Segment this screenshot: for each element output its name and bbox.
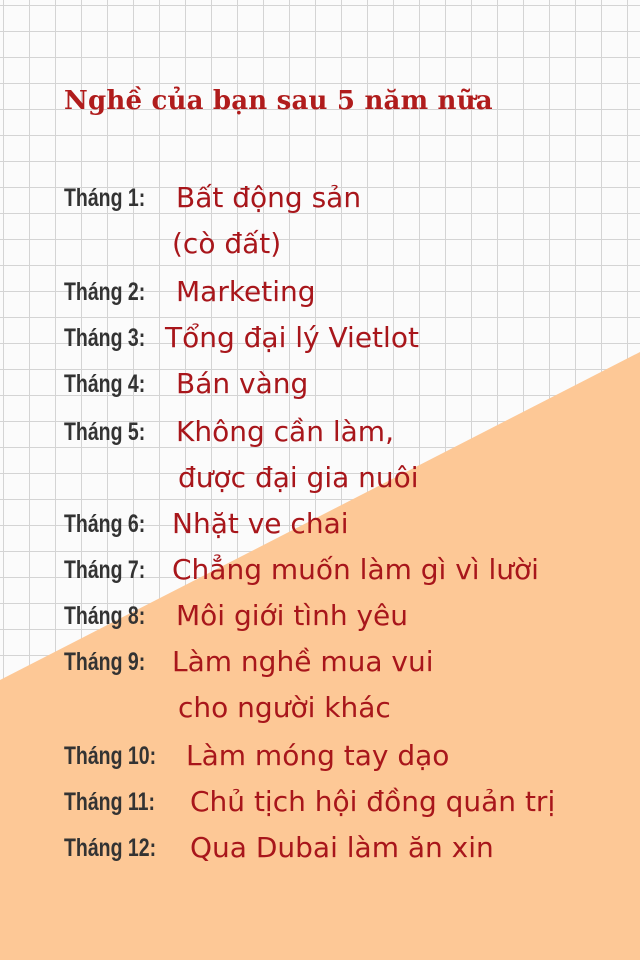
month-label: Tháng 5: [64,418,146,446]
list-item-month-5: Tháng 5: Không cần làm, được đại gia nuô… [64,412,419,494]
list-item-month-12: Tháng 12: Qua Dubai làm ăn xin [64,828,494,868]
list-item-month-6: Tháng 6: Nhặt ve chai [64,504,349,544]
job-text: Làm móng tay dạo [186,739,450,772]
job-text: Qua Dubai làm ăn xin [190,831,494,864]
job-text-continued: (cò đất) [172,227,282,260]
month-label: Tháng 7: [64,556,146,584]
job-list: Tháng 1: Bất động sản (cò đất) Tháng 2: … [0,0,640,960]
month-label: Tháng 1: [64,184,146,212]
list-item-month-2: Tháng 2: Marketing [64,272,316,312]
list-item-month-11: Tháng 11: Chủ tịch hội đồng quản trị [64,782,555,822]
month-label: Tháng 3: [64,324,146,352]
list-item-month-10: Tháng 10: Làm móng tay dạo [64,736,449,776]
job-text: Bán vàng [176,367,309,400]
list-item-month-3: Tháng 3: Tổng đại lý Vietlot [64,318,419,358]
month-label: Tháng 11: [64,788,156,816]
job-text-continued: được đại gia nuôi [178,461,419,494]
job-text: Bất động sản [176,181,362,214]
list-item-month-7: Tháng 7: Chẳng muốn làm gì vì lười [64,550,539,590]
job-text: Tổng đại lý Vietlot [165,321,419,354]
month-label: Tháng 4: [64,370,146,398]
job-text: Chủ tịch hội đồng quản trị [190,785,556,818]
month-label: Tháng 8: [64,602,146,630]
list-item-month-1: Tháng 1: Bất động sản (cò đất) [64,178,361,260]
job-text: Nhặt ve chai [172,507,349,540]
month-label: Tháng 12: [64,834,157,862]
job-text: Chẳng muốn làm gì vì lười [172,553,539,586]
job-text: Không cần làm, [176,415,394,448]
job-text: Môi giới tình yêu [176,599,409,632]
month-label: Tháng 9: [64,648,146,676]
job-text-continued: cho người khác [178,691,391,724]
month-label: Tháng 2: [64,278,146,306]
month-label: Tháng 6: [64,510,146,538]
list-item-month-8: Tháng 8: Môi giới tình yêu [64,596,408,636]
month-label: Tháng 10: [64,742,157,770]
list-item-month-9: Tháng 9: Làm nghề mua vui cho người khác [64,642,434,724]
list-item-month-4: Tháng 4: Bán vàng [64,364,308,404]
job-text: Marketing [176,275,316,308]
job-text: Làm nghề mua vui [172,645,434,678]
